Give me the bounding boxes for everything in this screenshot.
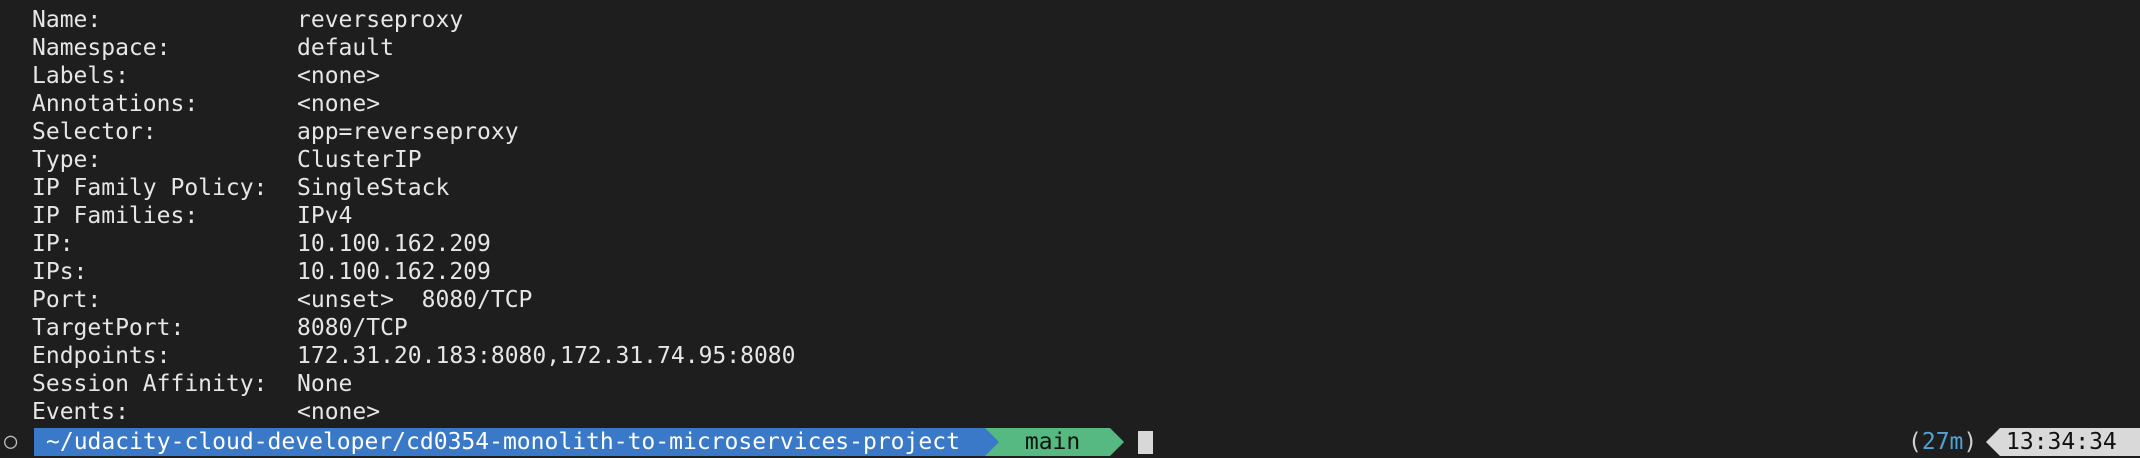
field-key: Port: (32, 287, 102, 313)
field-value: <none> (297, 63, 381, 89)
field-value: default (297, 35, 394, 61)
segment-separator (1986, 428, 2000, 456)
describe-row: Selector: app=reverseproxy (32, 118, 796, 146)
describe-row: Events: <none> (32, 398, 796, 426)
describe-row: Type: ClusterIP (32, 146, 796, 174)
describe-row: TargetPort: 8080/TCP (32, 314, 796, 342)
duration-open-paren: ( (1908, 429, 1922, 455)
field-value: 10.100.162.209 (297, 259, 491, 285)
field-key: IP Families: (32, 203, 199, 229)
circle-icon: ○ (4, 429, 18, 454)
describe-row: Session Affinity: None (32, 370, 796, 398)
field-key: IP Family Policy: (32, 175, 268, 201)
field-key: Type: (32, 147, 102, 173)
describe-row: Annotations: <none> (32, 90, 796, 118)
describe-row: Endpoints: 172.31.20.183:8080,172.31.74.9… (32, 342, 796, 370)
field-value: <none> (297, 91, 381, 117)
describe-row: IPs: 10.100.162.209 (32, 258, 796, 286)
field-key: TargetPort: (32, 315, 185, 341)
field-key: Name: (32, 7, 102, 33)
describe-row: Name: reverseproxy (32, 6, 796, 34)
field-value: IPv4 (297, 203, 353, 229)
duration-value: 27m (1921, 429, 1964, 455)
field-value: reverseproxy (297, 7, 464, 33)
field-key: IP: (32, 231, 74, 257)
field-key: Events: (32, 399, 129, 425)
field-key: Session Affinity: (32, 371, 268, 397)
git-branch-name: main (1024, 429, 1081, 455)
field-value: <unset> 8080/TCP (297, 287, 533, 313)
field-value: SingleStack (297, 175, 450, 201)
field-value: None (297, 371, 353, 397)
field-key: IPs: (32, 259, 88, 285)
describe-row: IP Families: IPv4 (32, 202, 796, 230)
describe-row: IP: 10.100.162.209 (32, 230, 796, 258)
field-key: Namespace: (32, 35, 171, 61)
field-value: 10.100.162.209 (297, 231, 491, 257)
command-duration: (27m) (1908, 428, 1977, 456)
field-value: app=reverseproxy (297, 119, 519, 145)
terminal-window[interactable]: Name: reverseproxy Namespace: default Labe… (0, 0, 2140, 458)
field-value: 8080/TCP (297, 315, 408, 341)
shell-prompt[interactable]: ○ ~/udacity-cloud-developer/cd0354-monol… (0, 428, 2140, 456)
describe-output: Name: reverseproxy Namespace: default Labe… (32, 6, 796, 426)
describe-row: IP Family Policy: SingleStack (32, 174, 796, 202)
segment-separator (1110, 428, 1124, 456)
clock-time: 13:34:34 (2000, 428, 2140, 456)
git-branch-segment: main (985, 428, 1110, 456)
field-key: Labels: (32, 63, 129, 89)
field-value: 172.31.20.183:8080,172.31.74.95:8080 (297, 343, 796, 369)
duration-close-paren: ) (1963, 429, 1978, 455)
field-value: <none> (297, 399, 381, 425)
describe-row: Port: <unset> 8080/TCP (32, 286, 796, 314)
text-cursor[interactable] (1138, 431, 1153, 454)
field-value: ClusterIP (297, 147, 422, 173)
field-key: Annotations: (32, 91, 199, 117)
describe-row: Labels: <none> (32, 62, 796, 90)
current-directory: ~/udacity-cloud-developer/cd0354-monolit… (34, 428, 985, 456)
field-key: Endpoints: (32, 343, 171, 369)
segment-separator (985, 428, 999, 456)
field-key: Selector: (32, 119, 157, 145)
describe-row: Namespace: default (32, 34, 796, 62)
